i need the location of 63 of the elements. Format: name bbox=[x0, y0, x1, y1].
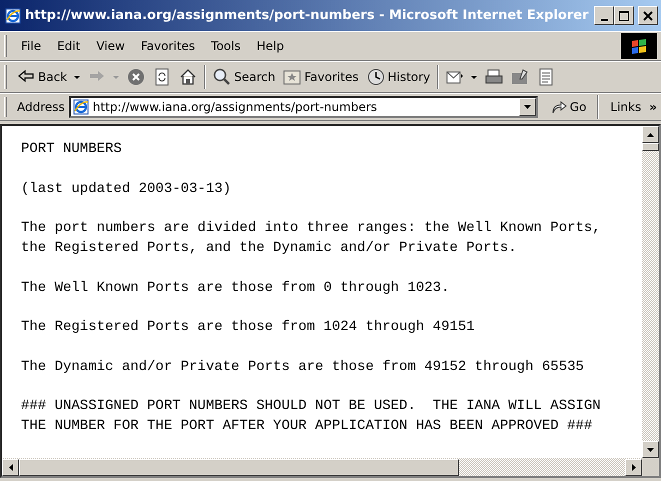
scrollbar-corner bbox=[642, 458, 659, 476]
vertical-scrollbar[interactable] bbox=[642, 126, 659, 458]
refresh-icon bbox=[153, 68, 172, 86]
text-line: PORT NUMBERS bbox=[21, 140, 122, 159]
menu-item[interactable]: File bbox=[13, 35, 50, 57]
text-line: The Well Known Ports are those from 0 through 1023. bbox=[21, 278, 450, 298]
scroll-thumb[interactable] bbox=[642, 143, 659, 151]
history-button[interactable]: History bbox=[362, 66, 434, 88]
dropdown-caret-icon bbox=[471, 76, 478, 78]
text-line: the Registered Ports, and the Dynamic and/or Private Ports. bbox=[21, 238, 517, 258]
menu-item[interactable]: View bbox=[88, 35, 133, 57]
stop-icon bbox=[127, 68, 146, 86]
browser-icon bbox=[5, 8, 21, 24]
right-arrow-icon bbox=[632, 464, 636, 470]
favorites-button[interactable]: Favorites bbox=[279, 66, 363, 88]
maximize-icon bbox=[619, 11, 629, 21]
dropdown-caret-icon bbox=[113, 76, 120, 78]
printer-icon bbox=[485, 68, 504, 86]
menu-item[interactable]: Favorites bbox=[132, 35, 204, 57]
flag-icon bbox=[630, 38, 648, 54]
back-button[interactable]: Back bbox=[13, 66, 84, 88]
search-button[interactable]: Search bbox=[209, 66, 280, 88]
page-icon bbox=[537, 68, 556, 86]
links-button[interactable]: Links bbox=[606, 96, 646, 118]
scroll-left-button[interactable] bbox=[2, 458, 19, 476]
menu-item[interactable]: Tools bbox=[203, 35, 249, 57]
url-text: http://www.iana.org/assignments/port-numbers bbox=[92, 99, 378, 116]
dropdown-caret-icon bbox=[74, 76, 80, 78]
text-line: ### UNASSIGNED PORT NUMBERS SHOULD NOT BE USED. THE IANA WILL ASSIGN bbox=[21, 397, 601, 416]
up-arrow-icon bbox=[647, 132, 654, 136]
page-icon bbox=[72, 99, 89, 115]
dropdown-button[interactable] bbox=[518, 98, 536, 116]
text-line: The Registered Ports are those from 1024 through 49151 bbox=[21, 318, 475, 338]
menu-item[interactable]: Help bbox=[248, 35, 292, 57]
window-title: http://www.iana.org/assignments/port-numbers - Microsoft Internet Explorer bbox=[25, 6, 590, 25]
text-line: The Dynamic and/or Private Ports are those from 49152 through 65535 bbox=[21, 358, 584, 377]
menu-item[interactable]: Edit bbox=[49, 35, 88, 57]
down-arrow-icon bbox=[647, 448, 654, 452]
text-line: The port numbers are divided into three ranges: the Well Known Ports, bbox=[21, 219, 601, 238]
go-arrow-icon bbox=[550, 99, 567, 115]
minimize-icon bbox=[600, 19, 608, 21]
close-button[interactable] bbox=[638, 6, 658, 25]
search-icon bbox=[213, 68, 232, 86]
text-line: THE NUMBER FOR THE PORT AFTER YOUR APPLICATION HAS BEEN APPROVED ### bbox=[21, 417, 592, 436]
left-arrow-icon bbox=[8, 464, 12, 470]
maximize-button[interactable] bbox=[614, 6, 634, 25]
text-line: (last updated 2003-03-13) bbox=[21, 180, 232, 199]
scroll-down-button[interactable] bbox=[642, 441, 659, 458]
scroll-up-button[interactable] bbox=[642, 126, 659, 143]
home-icon bbox=[179, 68, 198, 86]
scroll-right-button[interactable] bbox=[625, 458, 642, 476]
more-chevron[interactable]: » bbox=[649, 98, 657, 116]
minimize-button[interactable] bbox=[594, 6, 614, 25]
horizontal-scrollbar[interactable] bbox=[2, 458, 642, 476]
close-icon bbox=[643, 11, 653, 21]
address-label: Address bbox=[17, 99, 65, 116]
clock-icon bbox=[366, 68, 385, 86]
star-folder-icon bbox=[283, 68, 302, 86]
go-button[interactable]: Go bbox=[546, 96, 590, 118]
address-field[interactable]: http://www.iana.org/assignments/port-numbers bbox=[68, 96, 538, 118]
caret-icon bbox=[524, 105, 531, 109]
pencil-icon bbox=[511, 68, 530, 86]
scroll-thumb[interactable] bbox=[19, 458, 459, 476]
